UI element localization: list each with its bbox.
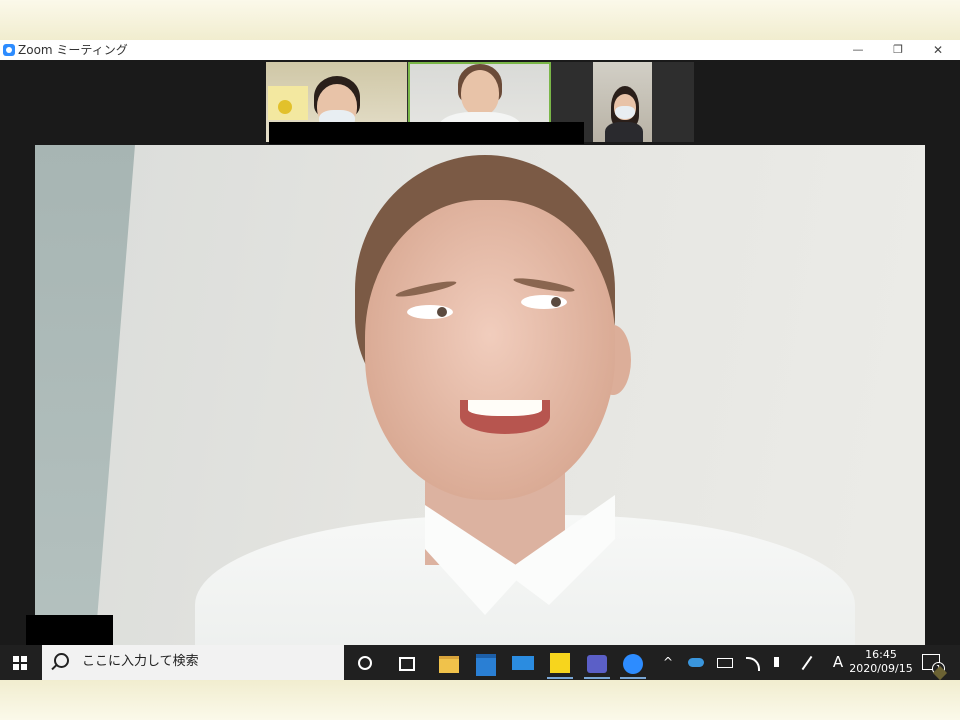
maximize-button[interactable]: ❐ [878, 40, 918, 60]
close-button[interactable]: ✕ [918, 40, 958, 60]
task-view-button[interactable] [394, 650, 420, 675]
face-mask [615, 106, 635, 119]
participant-video-tile[interactable] [593, 62, 652, 142]
wall-corner [35, 145, 135, 645]
speaker-teeth [468, 400, 542, 416]
zoom-app-icon [3, 44, 15, 56]
onedrive-icon[interactable] [688, 658, 704, 667]
start-button[interactable] [0, 645, 42, 680]
mail-icon [512, 656, 534, 670]
folder-icon [439, 656, 459, 673]
task-view-icon [399, 657, 415, 671]
zoom-window: Zoom ミーティング — ❐ ✕ [0, 40, 960, 645]
taskbar-clock[interactable]: 16:45 2020/09/15 [846, 648, 916, 676]
running-indicator [547, 677, 573, 679]
calendar-icon [476, 654, 496, 676]
participant-face [461, 70, 499, 116]
sticky-notes-button[interactable] [547, 650, 573, 679]
search-placeholder: ここに入力して検索 [82, 654, 199, 669]
minimize-button[interactable]: — [838, 40, 878, 60]
sticky-note-icon [550, 653, 570, 673]
speaker-eye-right [521, 295, 567, 309]
clock-time: 16:45 [865, 648, 897, 661]
teams-icon [587, 655, 607, 673]
show-hidden-icons-button[interactable]: ^ [658, 645, 678, 680]
window-title: Zoom ミーティング [18, 43, 128, 57]
zoom-taskbar-button[interactable] [620, 650, 646, 679]
wifi-icon[interactable] [746, 657, 760, 671]
calendar-button[interactable] [473, 650, 499, 676]
cortana-circle-icon [358, 656, 372, 670]
battery-icon[interactable] [717, 658, 733, 668]
file-explorer-button[interactable] [436, 650, 462, 675]
active-speaker-video[interactable] [35, 145, 925, 645]
pen-icon[interactable] [801, 655, 813, 671]
windows-logo-icon [13, 656, 27, 670]
windows-taskbar: ここに入力して検索 ^ A 16:45 2020/09/15 [0, 645, 960, 680]
sunflower-icon [278, 100, 292, 114]
name-redaction [26, 615, 113, 647]
clock-date: 2020/09/15 [849, 662, 913, 675]
search-icon [54, 653, 69, 668]
redaction-bar [269, 122, 584, 144]
running-indicator [584, 677, 610, 679]
slide-top-band [0, 0, 960, 40]
taskbar-search-box[interactable]: ここに入力して検索 [42, 645, 344, 680]
zoom-icon [623, 654, 643, 674]
speaker-face [365, 200, 615, 500]
title-bar[interactable]: Zoom ミーティング — ❐ ✕ [0, 40, 960, 60]
participant-uniform [605, 122, 643, 142]
slide-bottom-band [0, 680, 960, 720]
running-indicator [620, 677, 646, 679]
teams-button[interactable] [584, 650, 610, 679]
speaker-smile [460, 400, 550, 434]
ime-indicator[interactable]: A [830, 645, 846, 680]
mail-button[interactable] [510, 650, 536, 675]
volume-icon[interactable] [774, 657, 787, 667]
speaker-eye-left [407, 305, 453, 319]
cortana-button[interactable] [352, 650, 378, 675]
